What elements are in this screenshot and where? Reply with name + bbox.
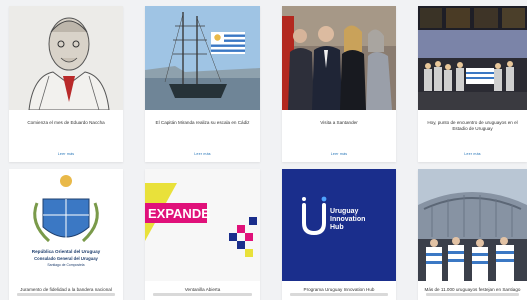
- image-text-line3: Santiago de Compostela: [47, 263, 84, 267]
- card-image-innovation-hub-logo[interactable]: Uruguay Innovation Hub: [282, 169, 396, 281]
- card-image-coat-of-arms[interactable]: República Oriental del Uruguay Consulado…: [9, 169, 123, 281]
- card-image-expande-logo[interactable]: EXPANDE: [145, 169, 260, 281]
- card-subtitle-placeholder: [153, 293, 252, 296]
- news-card[interactable]: Hoy, punto de encuentro de uruguayos en …: [418, 6, 527, 162]
- card-image-stadium-crowd[interactable]: [418, 169, 527, 281]
- news-card[interactable]: Más de 11.000 uruguayos festejan en Sant…: [418, 169, 527, 300]
- card-image-tall-ship[interactable]: [145, 6, 260, 110]
- card-subtitle-placeholder: [17, 293, 115, 296]
- read-more-link[interactable]: Leer más: [418, 152, 527, 156]
- hub-text-line2: Innovation: [330, 216, 365, 223]
- card-image-delegation-photo[interactable]: [282, 6, 396, 110]
- read-more-link[interactable]: Leer más: [9, 152, 123, 156]
- news-card[interactable]: El Capitán Miranda realiza su escala en …: [145, 6, 260, 162]
- read-more-link[interactable]: Leer más: [282, 152, 396, 156]
- news-card[interactable]: República Oriental del Uruguay Consulado…: [9, 169, 123, 300]
- news-card[interactable]: Visita a Santander Leer más: [282, 6, 396, 162]
- news-card[interactable]: Comienza el mes de Eduardo Naccha Leer m…: [9, 6, 123, 162]
- uruguay-flag-icon: [211, 32, 245, 54]
- card-title[interactable]: Visita a Santander: [288, 120, 390, 126]
- card-title[interactable]: El Capitán Miranda realiza su escala en …: [151, 120, 254, 126]
- expande-wordmark: EXPANDE: [148, 206, 210, 221]
- read-more-link[interactable]: Leer más: [145, 152, 260, 156]
- hub-text-line1: Uruguay: [330, 208, 359, 215]
- news-card[interactable]: Uruguay Innovation Hub Programa Uruguay …: [282, 169, 396, 300]
- image-text-line1: República Oriental del Uruguay: [32, 249, 101, 254]
- news-card[interactable]: EXPANDE Ventanilla Abierta: [145, 169, 260, 300]
- card-title[interactable]: Hoy, punto de encuentro de uruguayos en …: [424, 120, 521, 132]
- card-subtitle-placeholder: [426, 293, 519, 296]
- news-grid: Comienza el mes de Eduardo Naccha Leer m…: [0, 0, 527, 300]
- image-text-line2: Consulado General del Uruguay: [34, 256, 98, 261]
- card-image-portrait-illustration[interactable]: [9, 6, 123, 110]
- card-image-night-gathering[interactable]: [418, 6, 527, 110]
- hub-text-line3: Hub: [330, 224, 344, 231]
- card-title[interactable]: Comienza el mes de Eduardo Naccha: [15, 120, 117, 126]
- card-subtitle-placeholder: [290, 293, 388, 296]
